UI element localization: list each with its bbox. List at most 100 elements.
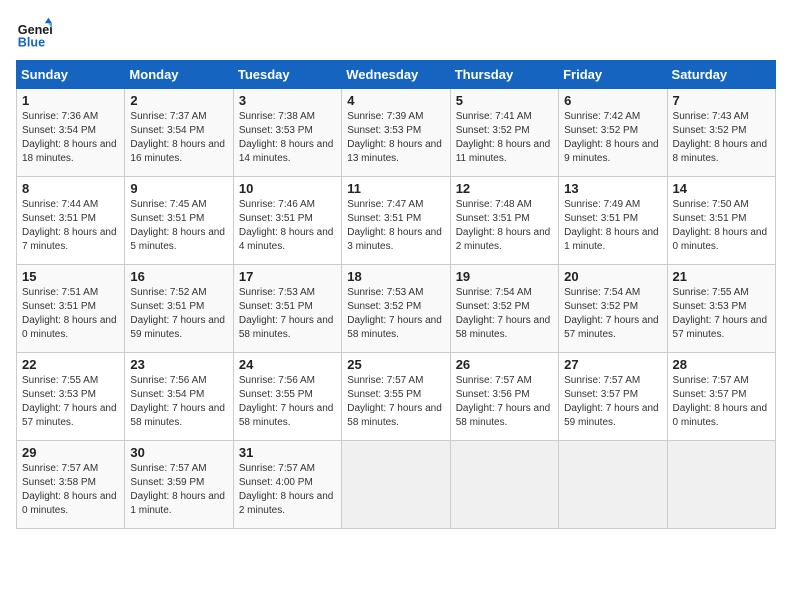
calendar-cell: 27 Sunrise: 7:57 AMSunset: 3:57 PMDayligh… — [559, 353, 667, 441]
calendar-cell: 26 Sunrise: 7:57 AMSunset: 3:56 PMDayligh… — [450, 353, 558, 441]
calendar-cell: 1Sunrise: 7:36 AMSunset: 3:54 PMDaylight… — [17, 89, 125, 177]
day-info: Sunrise: 7:39 AMSunset: 3:53 PMDaylight:… — [347, 110, 444, 166]
week-row-3: 15 Sunrise: 7:51 AMSunset: 3:51 PMDayligh… — [17, 265, 776, 353]
day-number: 31 — [239, 445, 336, 460]
day-info: Sunrise: 7:57 AMSunset: 4:00 PMDaylight:… — [239, 462, 336, 518]
day-info: Sunrise: 7:56 AMSunset: 3:54 PMDaylight:… — [130, 374, 227, 430]
week-row-4: 22 Sunrise: 7:55 AMSunset: 3:53 PMDayligh… — [17, 353, 776, 441]
calendar-cell: 16Sunrise: 7:52 AMSunset: 3:51 PMDayligh… — [125, 265, 233, 353]
calendar-cell: 30 Sunrise: 7:57 AMSunset: 3:59 PMDayligh… — [125, 441, 233, 529]
day-info: Sunrise: 7:57 AMSunset: 3:59 PMDaylight:… — [130, 462, 227, 518]
day-info: Sunrise: 7:52 AMSunset: 3:51 PMDaylight:… — [130, 286, 227, 342]
day-info: Sunrise: 7:57 AMSunset: 3:57 PMDaylight:… — [564, 374, 661, 430]
day-number: 2 — [130, 93, 227, 108]
calendar-cell — [667, 441, 775, 529]
day-number: 17 — [239, 269, 336, 284]
day-number: 25 — [347, 357, 444, 372]
calendar-cell — [450, 441, 558, 529]
calendar-cell — [342, 441, 450, 529]
day-number: 10 — [239, 181, 336, 196]
calendar-cell: 7 Sunrise: 7:43 AMSunset: 3:52 PMDaylight… — [667, 89, 775, 177]
day-number: 4 — [347, 93, 444, 108]
calendar-cell: 23 Sunrise: 7:56 AMSunset: 3:54 PMDayligh… — [125, 353, 233, 441]
day-info: Sunrise: 7:54 AMSunset: 3:52 PMDaylight:… — [564, 286, 661, 342]
day-number: 30 — [130, 445, 227, 460]
day-number: 5 — [456, 93, 553, 108]
calendar-cell: 21Sunrise: 7:55 AMSunset: 3:53 PMDayligh… — [667, 265, 775, 353]
day-info: Sunrise: 7:57 AMSunset: 3:57 PMDaylight:… — [673, 374, 770, 430]
calendar-cell: 24 Sunrise: 7:56 AMSunset: 3:55 PMDayligh… — [233, 353, 341, 441]
day-info: Sunrise: 7:57 AMSunset: 3:56 PMDaylight:… — [456, 374, 553, 430]
day-info: Sunrise: 7:57 AMSunset: 3:55 PMDaylight:… — [347, 374, 444, 430]
day-info: Sunrise: 7:43 AMSunset: 3:52 PMDaylight:… — [673, 110, 770, 166]
day-info: Sunrise: 7:37 AMSunset: 3:54 PMDaylight:… — [130, 110, 227, 166]
week-row-5: 29 Sunrise: 7:57 AMSunset: 3:58 PMDayligh… — [17, 441, 776, 529]
day-info: Sunrise: 7:44 AMSunset: 3:51 PMDaylight:… — [22, 198, 119, 254]
day-info: Sunrise: 7:53 AMSunset: 3:52 PMDaylight:… — [347, 286, 444, 342]
day-number: 14 — [673, 181, 770, 196]
calendar-cell: 3 Sunrise: 7:38 AMSunset: 3:53 PMDaylight… — [233, 89, 341, 177]
day-info: Sunrise: 7:51 AMSunset: 3:51 PMDaylight:… — [22, 286, 119, 342]
calendar-cell: 19 Sunrise: 7:54 AMSunset: 3:52 PMDayligh… — [450, 265, 558, 353]
day-number: 15 — [22, 269, 119, 284]
calendar-cell: 6Sunrise: 7:42 AMSunset: 3:52 PMDaylight… — [559, 89, 667, 177]
calendar-cell: 10 Sunrise: 7:46 AMSunset: 3:51 PMDayligh… — [233, 177, 341, 265]
day-number: 26 — [456, 357, 553, 372]
day-info: Sunrise: 7:55 AMSunset: 3:53 PMDaylight:… — [22, 374, 119, 430]
calendar-cell: 22 Sunrise: 7:55 AMSunset: 3:53 PMDayligh… — [17, 353, 125, 441]
day-info: Sunrise: 7:48 AMSunset: 3:51 PMDaylight:… — [456, 198, 553, 254]
calendar-cell: 5 Sunrise: 7:41 AMSunset: 3:52 PMDaylight… — [450, 89, 558, 177]
day-header-monday: Monday — [125, 61, 233, 89]
day-info: Sunrise: 7:41 AMSunset: 3:52 PMDaylight:… — [456, 110, 553, 166]
calendar-cell: 4 Sunrise: 7:39 AMSunset: 3:53 PMDaylight… — [342, 89, 450, 177]
page-header: General Blue — [16, 16, 776, 52]
day-header-tuesday: Tuesday — [233, 61, 341, 89]
day-number: 8 — [22, 181, 119, 196]
day-header-saturday: Saturday — [667, 61, 775, 89]
day-info: Sunrise: 7:56 AMSunset: 3:55 PMDaylight:… — [239, 374, 336, 430]
day-number: 27 — [564, 357, 661, 372]
calendar-cell: 11Sunrise: 7:47 AMSunset: 3:51 PMDayligh… — [342, 177, 450, 265]
day-info: Sunrise: 7:57 AMSunset: 3:58 PMDaylight:… — [22, 462, 119, 518]
calendar-cell: 8 Sunrise: 7:44 AMSunset: 3:51 PMDaylight… — [17, 177, 125, 265]
day-header-thursday: Thursday — [450, 61, 558, 89]
day-info: Sunrise: 7:53 AMSunset: 3:51 PMDaylight:… — [239, 286, 336, 342]
day-header-friday: Friday — [559, 61, 667, 89]
day-number: 28 — [673, 357, 770, 372]
calendar-cell: 12 Sunrise: 7:48 AMSunset: 3:51 PMDayligh… — [450, 177, 558, 265]
day-number: 18 — [347, 269, 444, 284]
calendar-cell: 17 Sunrise: 7:53 AMSunset: 3:51 PMDayligh… — [233, 265, 341, 353]
day-number: 20 — [564, 269, 661, 284]
day-number: 24 — [239, 357, 336, 372]
calendar-cell: 2 Sunrise: 7:37 AMSunset: 3:54 PMDaylight… — [125, 89, 233, 177]
day-info: Sunrise: 7:54 AMSunset: 3:52 PMDaylight:… — [456, 286, 553, 342]
day-number: 23 — [130, 357, 227, 372]
logo: General Blue — [16, 16, 56, 52]
svg-text:Blue: Blue — [18, 36, 45, 50]
day-number: 19 — [456, 269, 553, 284]
week-row-2: 8 Sunrise: 7:44 AMSunset: 3:51 PMDaylight… — [17, 177, 776, 265]
day-number: 13 — [564, 181, 661, 196]
day-number: 1 — [22, 93, 119, 108]
day-number: 11 — [347, 181, 444, 196]
day-number: 7 — [673, 93, 770, 108]
day-info: Sunrise: 7:49 AMSunset: 3:51 PMDaylight:… — [564, 198, 661, 254]
calendar-cell: 18 Sunrise: 7:53 AMSunset: 3:52 PMDayligh… — [342, 265, 450, 353]
day-number: 22 — [22, 357, 119, 372]
calendar-cell: 13 Sunrise: 7:49 AMSunset: 3:51 PMDayligh… — [559, 177, 667, 265]
day-number: 3 — [239, 93, 336, 108]
day-info: Sunrise: 7:55 AMSunset: 3:53 PMDaylight:… — [673, 286, 770, 342]
day-header-sunday: Sunday — [17, 61, 125, 89]
day-info: Sunrise: 7:38 AMSunset: 3:53 PMDaylight:… — [239, 110, 336, 166]
calendar-cell: 14Sunrise: 7:50 AMSunset: 3:51 PMDayligh… — [667, 177, 775, 265]
day-info: Sunrise: 7:46 AMSunset: 3:51 PMDaylight:… — [239, 198, 336, 254]
day-number: 9 — [130, 181, 227, 196]
day-number: 12 — [456, 181, 553, 196]
calendar-cell: 9Sunrise: 7:45 AMSunset: 3:51 PMDaylight… — [125, 177, 233, 265]
day-number: 29 — [22, 445, 119, 460]
calendar-cell: 15 Sunrise: 7:51 AMSunset: 3:51 PMDayligh… — [17, 265, 125, 353]
day-header-wednesday: Wednesday — [342, 61, 450, 89]
calendar-cell: 28 Sunrise: 7:57 AMSunset: 3:57 PMDayligh… — [667, 353, 775, 441]
week-row-1: 1Sunrise: 7:36 AMSunset: 3:54 PMDaylight… — [17, 89, 776, 177]
day-number: 6 — [564, 93, 661, 108]
